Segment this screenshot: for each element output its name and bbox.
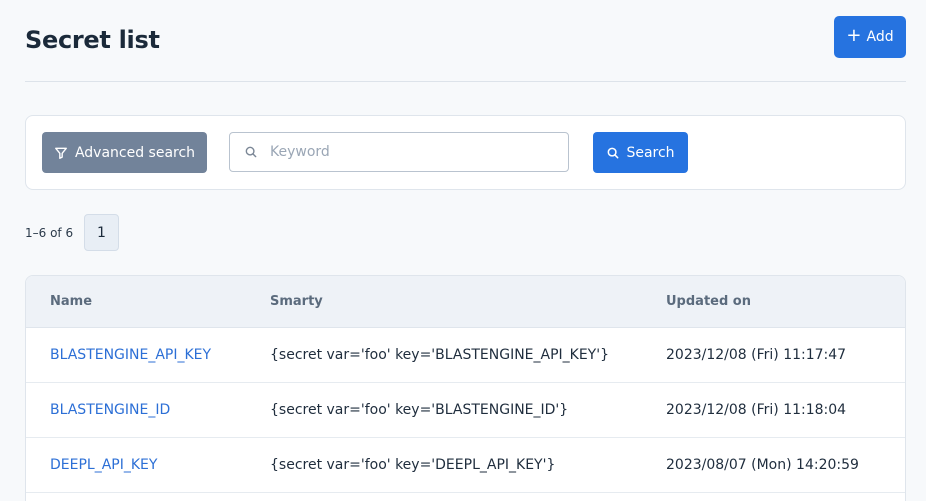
updated-on: 2023/12/08 (Fri) 11:18:04: [666, 402, 847, 418]
keyword-input[interactable]: [270, 144, 550, 160]
search-icon: [608, 147, 619, 158]
smarty-snippet: {secret var='foo' key='DEEPL_API_KEY'}: [270, 457, 556, 473]
secret-name-link[interactable]: BLASTENGINE_API_KEY: [50, 347, 211, 363]
table-row: BLASTENGINE_ID {secret var='foo' key='BL…: [26, 383, 905, 438]
search-panel: Advanced search Search: [25, 115, 906, 190]
pagination-summary: 1–6 of 6: [25, 226, 74, 240]
secret-name-link[interactable]: DEEPL_API_KEY: [50, 457, 157, 473]
add-button[interactable]: + Add: [834, 16, 906, 58]
page-title: Secret list: [25, 26, 160, 54]
table-row: BLASTENGINE_API_KEY {secret var='foo' ke…: [26, 328, 905, 383]
search-button[interactable]: Search: [593, 132, 688, 173]
advanced-search-label: Advanced search: [74, 144, 196, 161]
secret-name-link[interactable]: BLASTENGINE_ID: [50, 402, 170, 418]
table-row: DEEPL_API_KEY {secret var='foo' key='DEE…: [26, 438, 905, 493]
updated-on: 2023/08/07 (Mon) 14:20:59: [666, 457, 859, 473]
advanced-search-button[interactable]: Advanced search: [42, 132, 207, 173]
updated-on: 2023/12/08 (Fri) 11:17:47: [666, 347, 847, 363]
smarty-snippet: {secret var='foo' key='BLASTENGINE_ID'}: [270, 402, 569, 418]
column-header-updated[interactable]: Updated on: [666, 294, 751, 309]
filter-icon: [54, 147, 67, 159]
plus-icon: +: [846, 25, 862, 46]
search-icon: [245, 146, 257, 158]
table-header: Name Smarty Updated on: [26, 276, 905, 328]
header-divider: [25, 81, 906, 82]
keyword-field[interactable]: [229, 132, 569, 172]
search-button-label: Search: [626, 144, 675, 161]
smarty-snippet: {secret var='foo' key='BLASTENGINE_API_K…: [270, 347, 609, 363]
page-button-1[interactable]: 1: [84, 214, 119, 251]
column-header-smarty[interactable]: Smarty: [270, 294, 323, 309]
secrets-table: Name Smarty Updated on BLASTENGINE_API_K…: [25, 275, 906, 501]
add-button-label: Add: [866, 29, 894, 45]
column-header-name[interactable]: Name: [50, 294, 92, 309]
